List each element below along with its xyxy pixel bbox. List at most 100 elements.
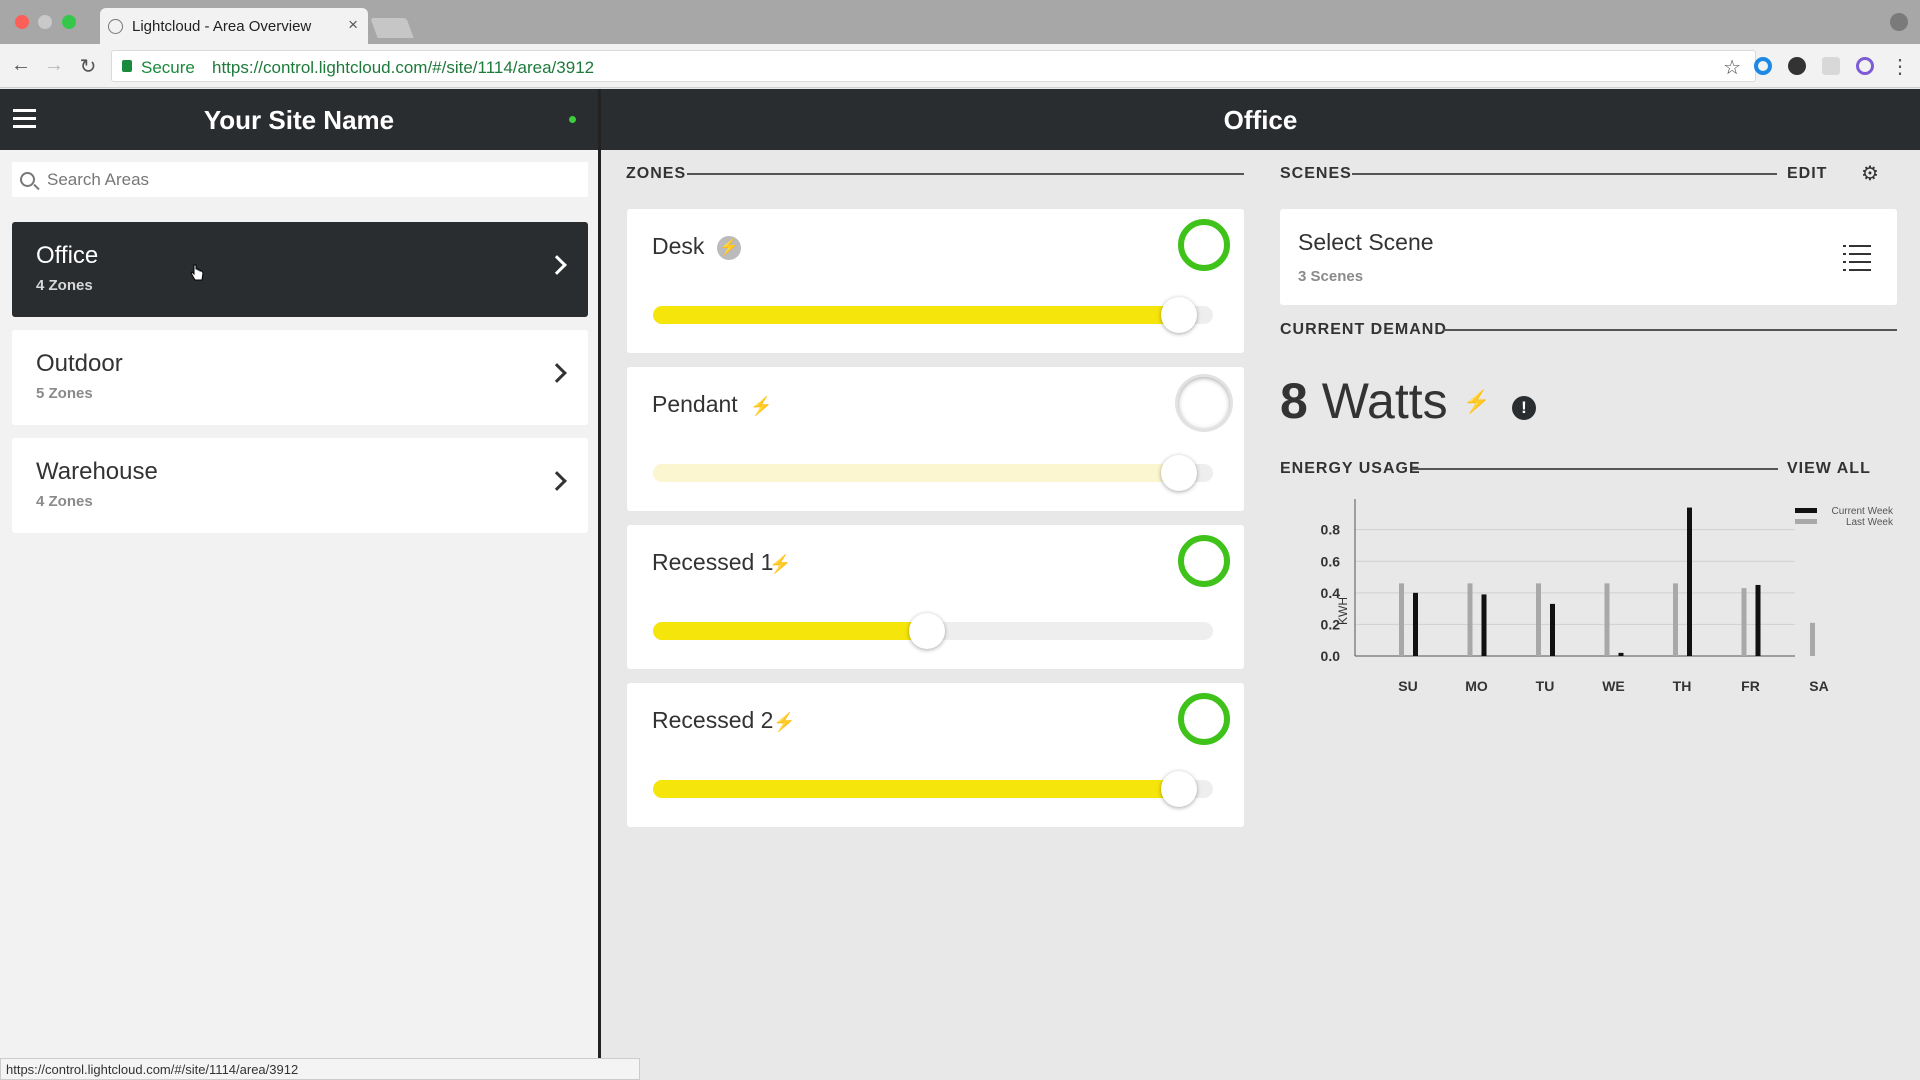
area-zone-count: 5 Zones [36,385,93,402]
lightning-bolt-icon: ⚡ [769,554,792,574]
minimize-window-button[interactable] [38,15,52,29]
bar-last-week [1604,583,1610,656]
profile-icon[interactable] [1890,13,1908,31]
app: Your Site Name Office 4 Zones Outdoor 5 … [0,89,1920,1080]
extension-icon[interactable] [1822,57,1840,75]
list-icon [1843,245,1871,271]
demand-unit: Watts [1321,373,1448,429]
brightness-slider[interactable] [653,771,1213,807]
zone-card-recessed-2: Recessed 2 ⚡ [627,683,1244,827]
legend-label: Current Week [1831,506,1894,517]
x-tick-label: SA [1809,678,1828,694]
lock-icon [122,60,132,72]
search-input[interactable] [47,162,577,197]
area-name: Outdoor [36,350,123,377]
bar-last-week [1536,583,1541,656]
bar-current-week [1687,507,1692,656]
chevron-right-icon [547,255,567,275]
maximize-window-button[interactable] [62,15,76,29]
extension-icon[interactable] [1788,57,1806,75]
area-item-outdoor[interactable]: Outdoor 5 Zones [12,330,588,425]
bar-last-week [1467,583,1473,656]
scene-title: Select Scene [1298,229,1434,255]
zone-name: Desk [652,233,705,259]
view-all-button[interactable]: VIEW ALL [1787,460,1871,478]
zone-name: Pendant [652,391,738,417]
slider-thumb[interactable] [1161,297,1198,333]
lightning-bolt-icon: ⚡ [750,396,773,416]
gear-icon[interactable]: ⚙ [1861,161,1879,186]
bar-last-week [1399,583,1404,656]
power-toggle[interactable] [1178,219,1230,271]
url-text[interactable]: https://control.lightcloud.com/#/site/11… [212,58,594,78]
bar-current-week [1618,652,1624,656]
favicon-icon [108,19,123,34]
area-item-warehouse[interactable]: Warehouse 4 Zones [12,438,588,533]
extension-icon[interactable] [1754,57,1772,75]
bar-current-week [1550,603,1555,656]
new-tab-button[interactable] [370,18,414,38]
area-item-office[interactable]: Office 4 Zones [12,222,588,317]
x-tick-label: SU [1398,678,1417,694]
brightness-slider[interactable] [653,297,1213,333]
browser-tab[interactable]: Lightcloud - Area Overview × [100,8,368,44]
reload-icon[interactable]: ↻ [76,54,100,79]
current-demand-heading: CURRENT DEMAND [1280,321,1447,338]
area-name: Office [36,242,99,269]
zone-card-pendant: Pendant ⚡ [627,367,1244,511]
area-zone-count: 4 Zones [36,493,93,510]
browser-toolbar: ← → ↻ Secure https://control.lightcloud.… [0,44,1920,88]
browser-tab-bar: Lightcloud - Area Overview × [0,0,1920,44]
browser-menu-icon[interactable]: ⋮ [1890,54,1910,79]
slider-thumb[interactable] [1161,771,1198,807]
secure-label: Secure [141,58,195,77]
address-bar[interactable]: Secure https://control.lightcloud.com/#/… [111,50,1756,82]
slider-fill [653,306,1180,324]
area-zone-count: 4 Zones [36,277,93,294]
energy-usage-chart: 0.00.20.40.60.8KWHSU MO TU WE TH FR SACurrent … [1321,499,1894,694]
brightness-slider[interactable] [653,455,1213,491]
y-tick-label: 0.0 [1321,648,1341,664]
main-header: Office [601,89,1920,150]
area-name: Warehouse [36,458,158,485]
lightning-bolt-icon: ⚡ [1463,389,1491,414]
info-alert-icon[interactable]: ! [1512,396,1536,420]
chevron-right-icon [547,471,567,491]
y-tick-label: 0.6 [1321,553,1341,569]
extension-icon[interactable] [1856,57,1874,75]
forward-arrow-icon[interactable]: → [42,54,66,77]
chevron-right-icon [547,363,567,383]
scenes-divider [1352,173,1777,175]
x-tick-label: FR [1741,678,1760,694]
power-toggle[interactable] [1178,693,1230,745]
scene-selector[interactable]: Select Scene 3 Scenes [1280,209,1897,305]
tab-close-icon[interactable]: × [348,15,358,35]
slider-fill [653,464,1180,482]
edit-scenes-button[interactable]: EDIT [1787,165,1827,183]
sidebar-header: Your Site Name [0,89,598,150]
close-window-button[interactable] [15,15,29,29]
bookmark-star-icon[interactable]: ☆ [1723,55,1741,80]
demand-divider [1443,329,1897,331]
bar-last-week [1741,588,1747,656]
tab-title: Lightcloud - Area Overview [132,18,312,35]
legend-label: Last Week [1846,517,1894,528]
slider-fill [653,622,928,640]
sidebar: Your Site Name Office 4 Zones Outdoor 5 … [0,89,601,1080]
search-box[interactable] [12,162,588,197]
brightness-slider[interactable] [653,613,1213,649]
slider-thumb[interactable] [909,613,946,649]
x-tick-label: TH [1673,678,1692,694]
lightning-bolt-icon: ⚡ [773,712,796,732]
energy-divider [1412,468,1778,470]
back-arrow-icon[interactable]: ← [9,54,33,77]
slider-thumb[interactable] [1161,455,1198,491]
legend-swatch [1795,508,1817,513]
zones-divider [687,173,1244,175]
power-toggle[interactable] [1178,377,1230,429]
power-toggle[interactable] [1178,535,1230,587]
lightning-bolt-icon: ⚡ [717,236,741,260]
scene-count: 3 Scenes [1298,268,1364,285]
y-axis-label: KWH [1336,597,1350,625]
zone-card-recessed-1: Recessed 1 ⚡ [627,525,1244,669]
